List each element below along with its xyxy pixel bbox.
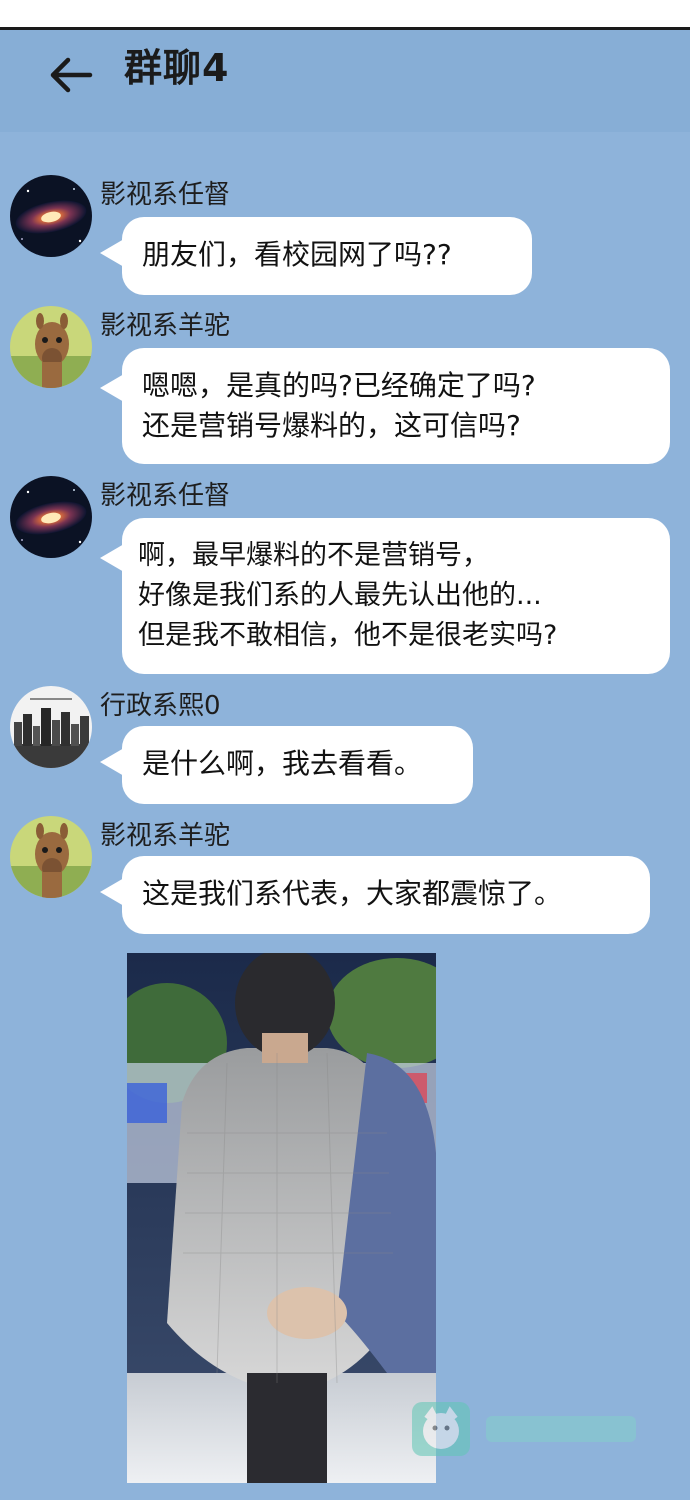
arrow-left-icon [50, 57, 93, 93]
message-bubble: 朋友们，看校园网了吗?? [122, 217, 532, 295]
bubble-tail [100, 374, 124, 402]
bubble-tail [100, 878, 124, 906]
message-text: 是什么啊，我去看看。 [142, 747, 423, 780]
watermark-logo [410, 1398, 650, 1460]
arrest-photo-image [127, 953, 436, 1483]
bubble-tail [100, 544, 124, 572]
message-text: 还是营销号爆料的，这可信吗? [142, 409, 521, 442]
galaxy-avatar[interactable] [10, 175, 92, 257]
sender-name: 影视系羊驼 [100, 311, 231, 341]
message-bubble: 嗯嗯，是真的吗?已经确定了吗? 还是营销号爆料的，这可信吗? [122, 348, 670, 464]
status-bar [0, 0, 690, 27]
message-bubble: 是什么啊，我去看看。 [122, 726, 473, 804]
sender-name: 行政系熙0 [100, 691, 221, 721]
back-button[interactable] [46, 50, 96, 100]
message-text: 啊，最早爆料的不是营销号， [138, 540, 489, 571]
message-bubble: 这是我们系代表，大家都震惊了。 [122, 856, 650, 934]
sender-name: 影视系任督 [100, 180, 231, 210]
alpaca-avatar[interactable] [10, 816, 92, 898]
message-text: 这是我们系代表，大家都震惊了。 [142, 877, 563, 910]
alpaca-avatar[interactable] [10, 306, 92, 388]
message-text: 嗯嗯，是真的吗?已经确定了吗? [142, 369, 536, 402]
sender-name: 影视系羊驼 [100, 821, 231, 851]
galaxy-avatar[interactable] [10, 476, 92, 558]
sender-name: 影视系任督 [100, 481, 231, 511]
message-text: 好像是我们系的人最先认出他的... [138, 580, 542, 611]
chat-title: 群聊4 [124, 46, 230, 90]
bubble-tail [100, 239, 124, 267]
message-bubble: 啊，最早爆料的不是营销号， 好像是我们系的人最先认出他的... 但是我不敢相信，… [122, 518, 670, 674]
city-skyline-avatar[interactable] [10, 686, 92, 768]
message-text: 朋友们，看校园网了吗?? [142, 238, 452, 271]
bubble-tail [100, 748, 124, 776]
shared-photo[interactable] [127, 953, 436, 1483]
chat-header: 群聊4 [0, 30, 690, 132]
message-text: 但是我不敢相信，他不是很老实吗? [138, 620, 558, 651]
